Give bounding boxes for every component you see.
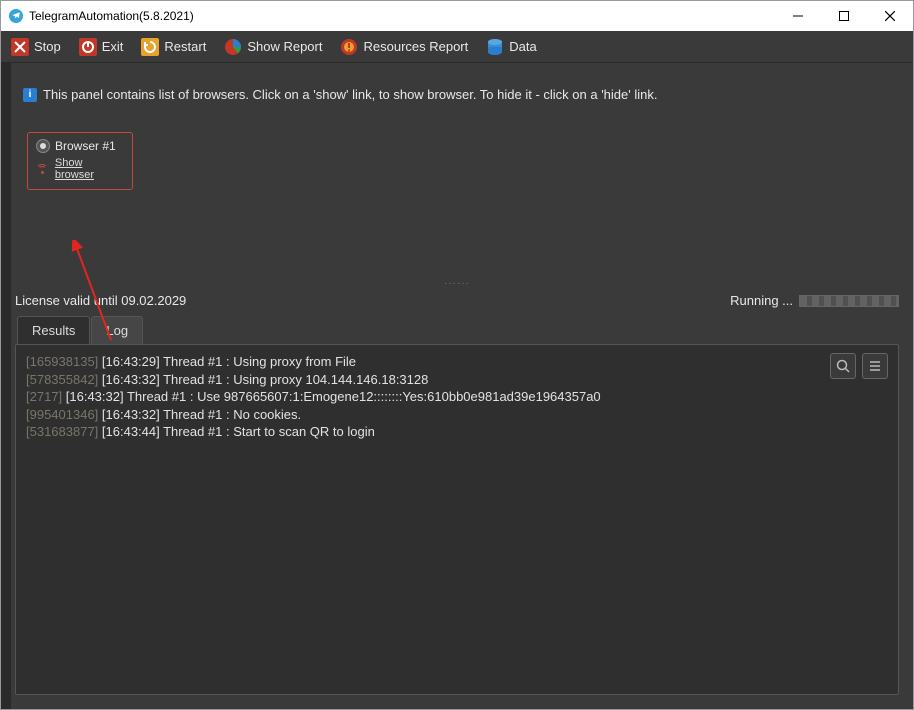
browser-card: Browser #1 Show browser: [27, 132, 133, 190]
log-line: [995401346] [16:43:32] Thread #1 : No co…: [26, 406, 888, 424]
stop-button[interactable]: Stop: [7, 36, 65, 58]
data-button[interactable]: Data: [482, 36, 540, 58]
browser-title: Browser #1: [55, 139, 116, 153]
close-button[interactable]: [867, 1, 913, 31]
stop-label: Stop: [34, 39, 61, 54]
log-lines: [165938135] [16:43:29] Thread #1 : Using…: [26, 353, 888, 441]
running-text: Running ...: [730, 293, 793, 308]
main-panel: i This panel contains list of browsers. …: [1, 63, 913, 709]
log-menu-button[interactable]: [862, 353, 888, 379]
log-line: [578355842] [16:43:32] Thread #1 : Using…: [26, 371, 888, 389]
log-line: [531683877] [16:43:44] Thread #1 : Start…: [26, 423, 888, 441]
left-gutter: [1, 63, 11, 709]
restart-icon: [141, 38, 159, 56]
tab-log[interactable]: Log: [91, 316, 143, 344]
show-report-label: Show Report: [247, 39, 322, 54]
tab-results[interactable]: Results: [17, 316, 90, 344]
toolbar: Stop Exit Restart Show Report Resources …: [1, 31, 913, 63]
restart-button[interactable]: Restart: [137, 36, 210, 58]
data-label: Data: [509, 39, 536, 54]
exit-button[interactable]: Exit: [75, 36, 128, 58]
resources-report-button[interactable]: Resources Report: [336, 36, 472, 58]
log-line: [165938135] [16:43:29] Thread #1 : Using…: [26, 353, 888, 371]
log-panel: [165938135] [16:43:29] Thread #1 : Using…: [15, 344, 899, 695]
alert-icon: [340, 38, 358, 56]
window-title: TelegramAutomation(5.8.2021): [29, 9, 194, 23]
database-icon: [486, 38, 504, 56]
browser-icon: [36, 139, 50, 153]
restart-label: Restart: [164, 39, 206, 54]
show-browser-link[interactable]: Show browser: [55, 157, 124, 181]
exit-label: Exit: [102, 39, 124, 54]
pie-chart-icon: [224, 38, 242, 56]
titlebar: TelegramAutomation(5.8.2021): [1, 1, 913, 31]
minimize-button[interactable]: [775, 1, 821, 31]
resources-report-label: Resources Report: [363, 39, 468, 54]
log-line: [2717] [16:43:32] Thread #1 : Use 987665…: [26, 388, 888, 406]
app-window: TelegramAutomation(5.8.2021) Stop Exit: [0, 0, 914, 710]
info-row: i This panel contains list of browsers. …: [23, 87, 895, 102]
info-icon: i: [23, 88, 37, 102]
log-search-button[interactable]: [830, 353, 856, 379]
status-row: License valid until 09.02.2029 Running .…: [1, 289, 913, 316]
show-report-button[interactable]: Show Report: [220, 36, 326, 58]
resize-handle[interactable]: ······: [1, 278, 913, 289]
info-text: This panel contains list of browsers. Cl…: [43, 87, 657, 102]
license-text: License valid until 09.02.2029: [15, 293, 186, 308]
maximize-button[interactable]: [821, 1, 867, 31]
tabs: Results Log: [1, 316, 913, 344]
telegram-icon: [9, 9, 23, 23]
stop-icon: [11, 38, 29, 56]
exit-icon: [79, 38, 97, 56]
wifi-icon: [36, 166, 49, 176]
progress-bar: [799, 295, 899, 307]
